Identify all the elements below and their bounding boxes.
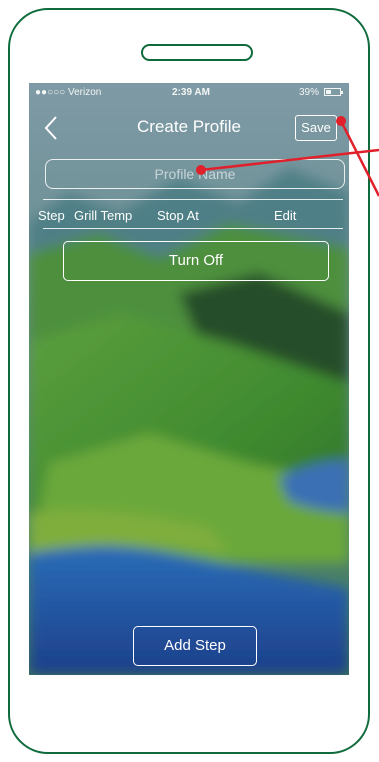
profile-name-input[interactable] <box>45 159 345 189</box>
add-step-button[interactable]: Add Step <box>133 626 257 666</box>
turn-off-button[interactable]: Turn Off <box>63 241 329 281</box>
app-screen: ●●○○○ Verizon 2:39 AM 39% Create Profile… <box>29 83 349 675</box>
column-header-stop-at: Stop At <box>157 208 199 223</box>
column-header-grill-temp: Grill Temp <box>74 208 133 223</box>
column-header-step: Step <box>38 208 65 223</box>
save-button[interactable]: Save <box>295 115 337 141</box>
battery-icon <box>324 88 343 96</box>
carrier-text: ●●○○○ Verizon <box>35 87 102 98</box>
phone-speaker <box>141 44 253 61</box>
clock-text: 2:39 AM <box>172 87 210 98</box>
divider <box>43 199 343 200</box>
divider <box>43 228 343 229</box>
battery-percent: 39% <box>298 87 319 98</box>
status-bar: ●●○○○ Verizon 2:39 AM 39% <box>29 83 349 103</box>
column-header-edit: Edit <box>274 208 297 223</box>
